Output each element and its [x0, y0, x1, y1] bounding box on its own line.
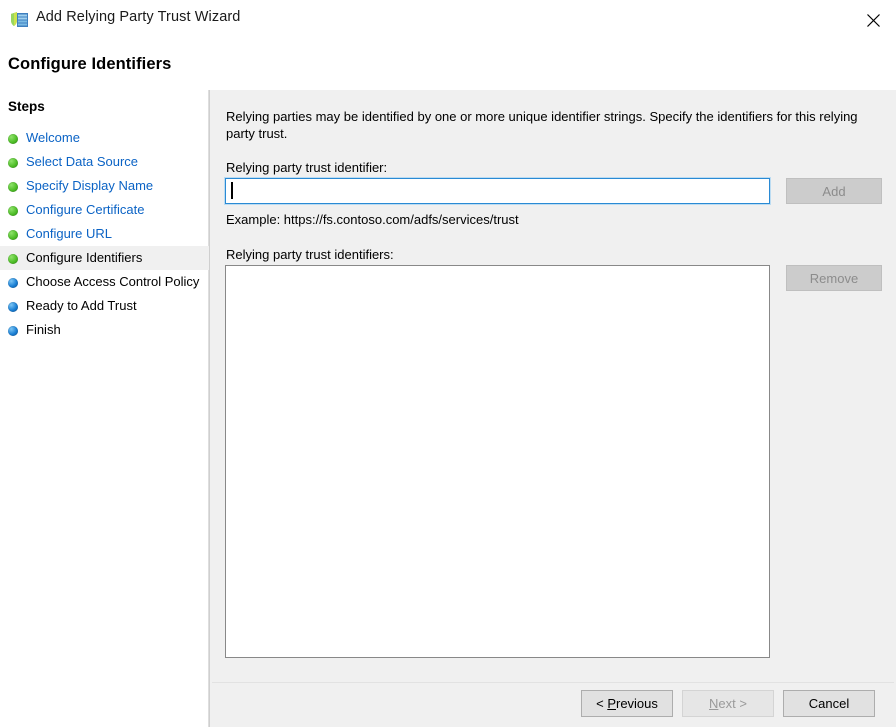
relying-party-trust-identifier-input[interactable] — [225, 178, 770, 204]
steps-list: Welcome Select Data Source Specify Displ… — [0, 126, 209, 342]
next-label-post: ext > — [718, 696, 747, 711]
step-bullet-icon — [8, 230, 18, 240]
step-label: Finish — [26, 322, 61, 338]
step-label: Configure URL — [26, 226, 112, 242]
sidebar-item-specify-display-name[interactable]: Specify Display Name — [0, 174, 209, 198]
step-bullet-icon — [8, 182, 18, 192]
remove-button[interactable]: Remove — [786, 265, 882, 291]
add-button[interactable]: Add — [786, 178, 882, 204]
step-label: Select Data Source — [26, 154, 138, 170]
next-accel: N — [709, 696, 718, 711]
next-button[interactable]: Next > — [682, 690, 774, 717]
identifiers-list-label: Relying party trust identifiers: — [226, 247, 394, 262]
sidebar-item-welcome[interactable]: Welcome — [0, 126, 209, 150]
content-panel: Relying parties may be identified by one… — [210, 90, 896, 727]
step-label: Specify Display Name — [26, 178, 153, 194]
intro-description: Relying parties may be identified by one… — [226, 108, 876, 142]
step-bullet-icon — [8, 254, 18, 264]
step-bullet-icon — [8, 134, 18, 144]
step-bullet-icon — [8, 302, 18, 312]
step-bullet-icon — [8, 206, 18, 216]
page-title: Configure Identifiers — [8, 55, 171, 74]
previous-button[interactable]: < Previous — [581, 690, 673, 717]
previous-label-post: revious — [616, 696, 658, 711]
step-label: Ready to Add Trust — [26, 298, 137, 314]
step-bullet-icon — [8, 158, 18, 168]
sidebar-item-configure-certificate[interactable]: Configure Certificate — [0, 198, 209, 222]
sidebar-item-configure-identifiers[interactable]: Configure Identifiers — [0, 246, 209, 270]
relying-party-trust-identifiers-listbox[interactable] — [225, 265, 770, 658]
sidebar-item-finish[interactable]: Finish — [0, 318, 209, 342]
step-label: Configure Certificate — [26, 202, 145, 218]
identifier-example-text: Example: https://fs.contoso.com/adfs/ser… — [226, 212, 519, 227]
footer-button-bar: < Previous Next > Cancel — [210, 683, 896, 727]
identifier-field-label: Relying party trust identifier: — [226, 160, 387, 175]
close-icon[interactable] — [850, 0, 896, 40]
sidebar-item-ready-to-add-trust[interactable]: Ready to Add Trust — [0, 294, 209, 318]
steps-sidebar: Steps Welcome Select Data Source Specify… — [0, 90, 209, 727]
sidebar-item-configure-url[interactable]: Configure URL — [0, 222, 209, 246]
step-label: Configure Identifiers — [26, 250, 142, 266]
wizard-server-shield-icon — [10, 10, 30, 30]
previous-accel: P — [607, 696, 616, 711]
step-label: Welcome — [26, 130, 80, 146]
step-label: Choose Access Control Policy — [26, 274, 199, 290]
step-bullet-icon — [8, 326, 18, 336]
sidebar-item-select-data-source[interactable]: Select Data Source — [0, 150, 209, 174]
steps-heading: Steps — [8, 99, 45, 114]
title-bar: Add Relying Party Trust Wizard — [0, 0, 896, 41]
text-caret — [231, 182, 233, 199]
previous-label-pre: < — [596, 696, 607, 711]
sidebar-item-choose-access-control-policy[interactable]: Choose Access Control Policy — [0, 270, 209, 294]
window-title: Add Relying Party Trust Wizard — [36, 9, 240, 25]
wizard-window: Add Relying Party Trust Wizard Configure… — [0, 0, 896, 727]
step-bullet-icon — [8, 278, 18, 288]
cancel-button[interactable]: Cancel — [783, 690, 875, 717]
